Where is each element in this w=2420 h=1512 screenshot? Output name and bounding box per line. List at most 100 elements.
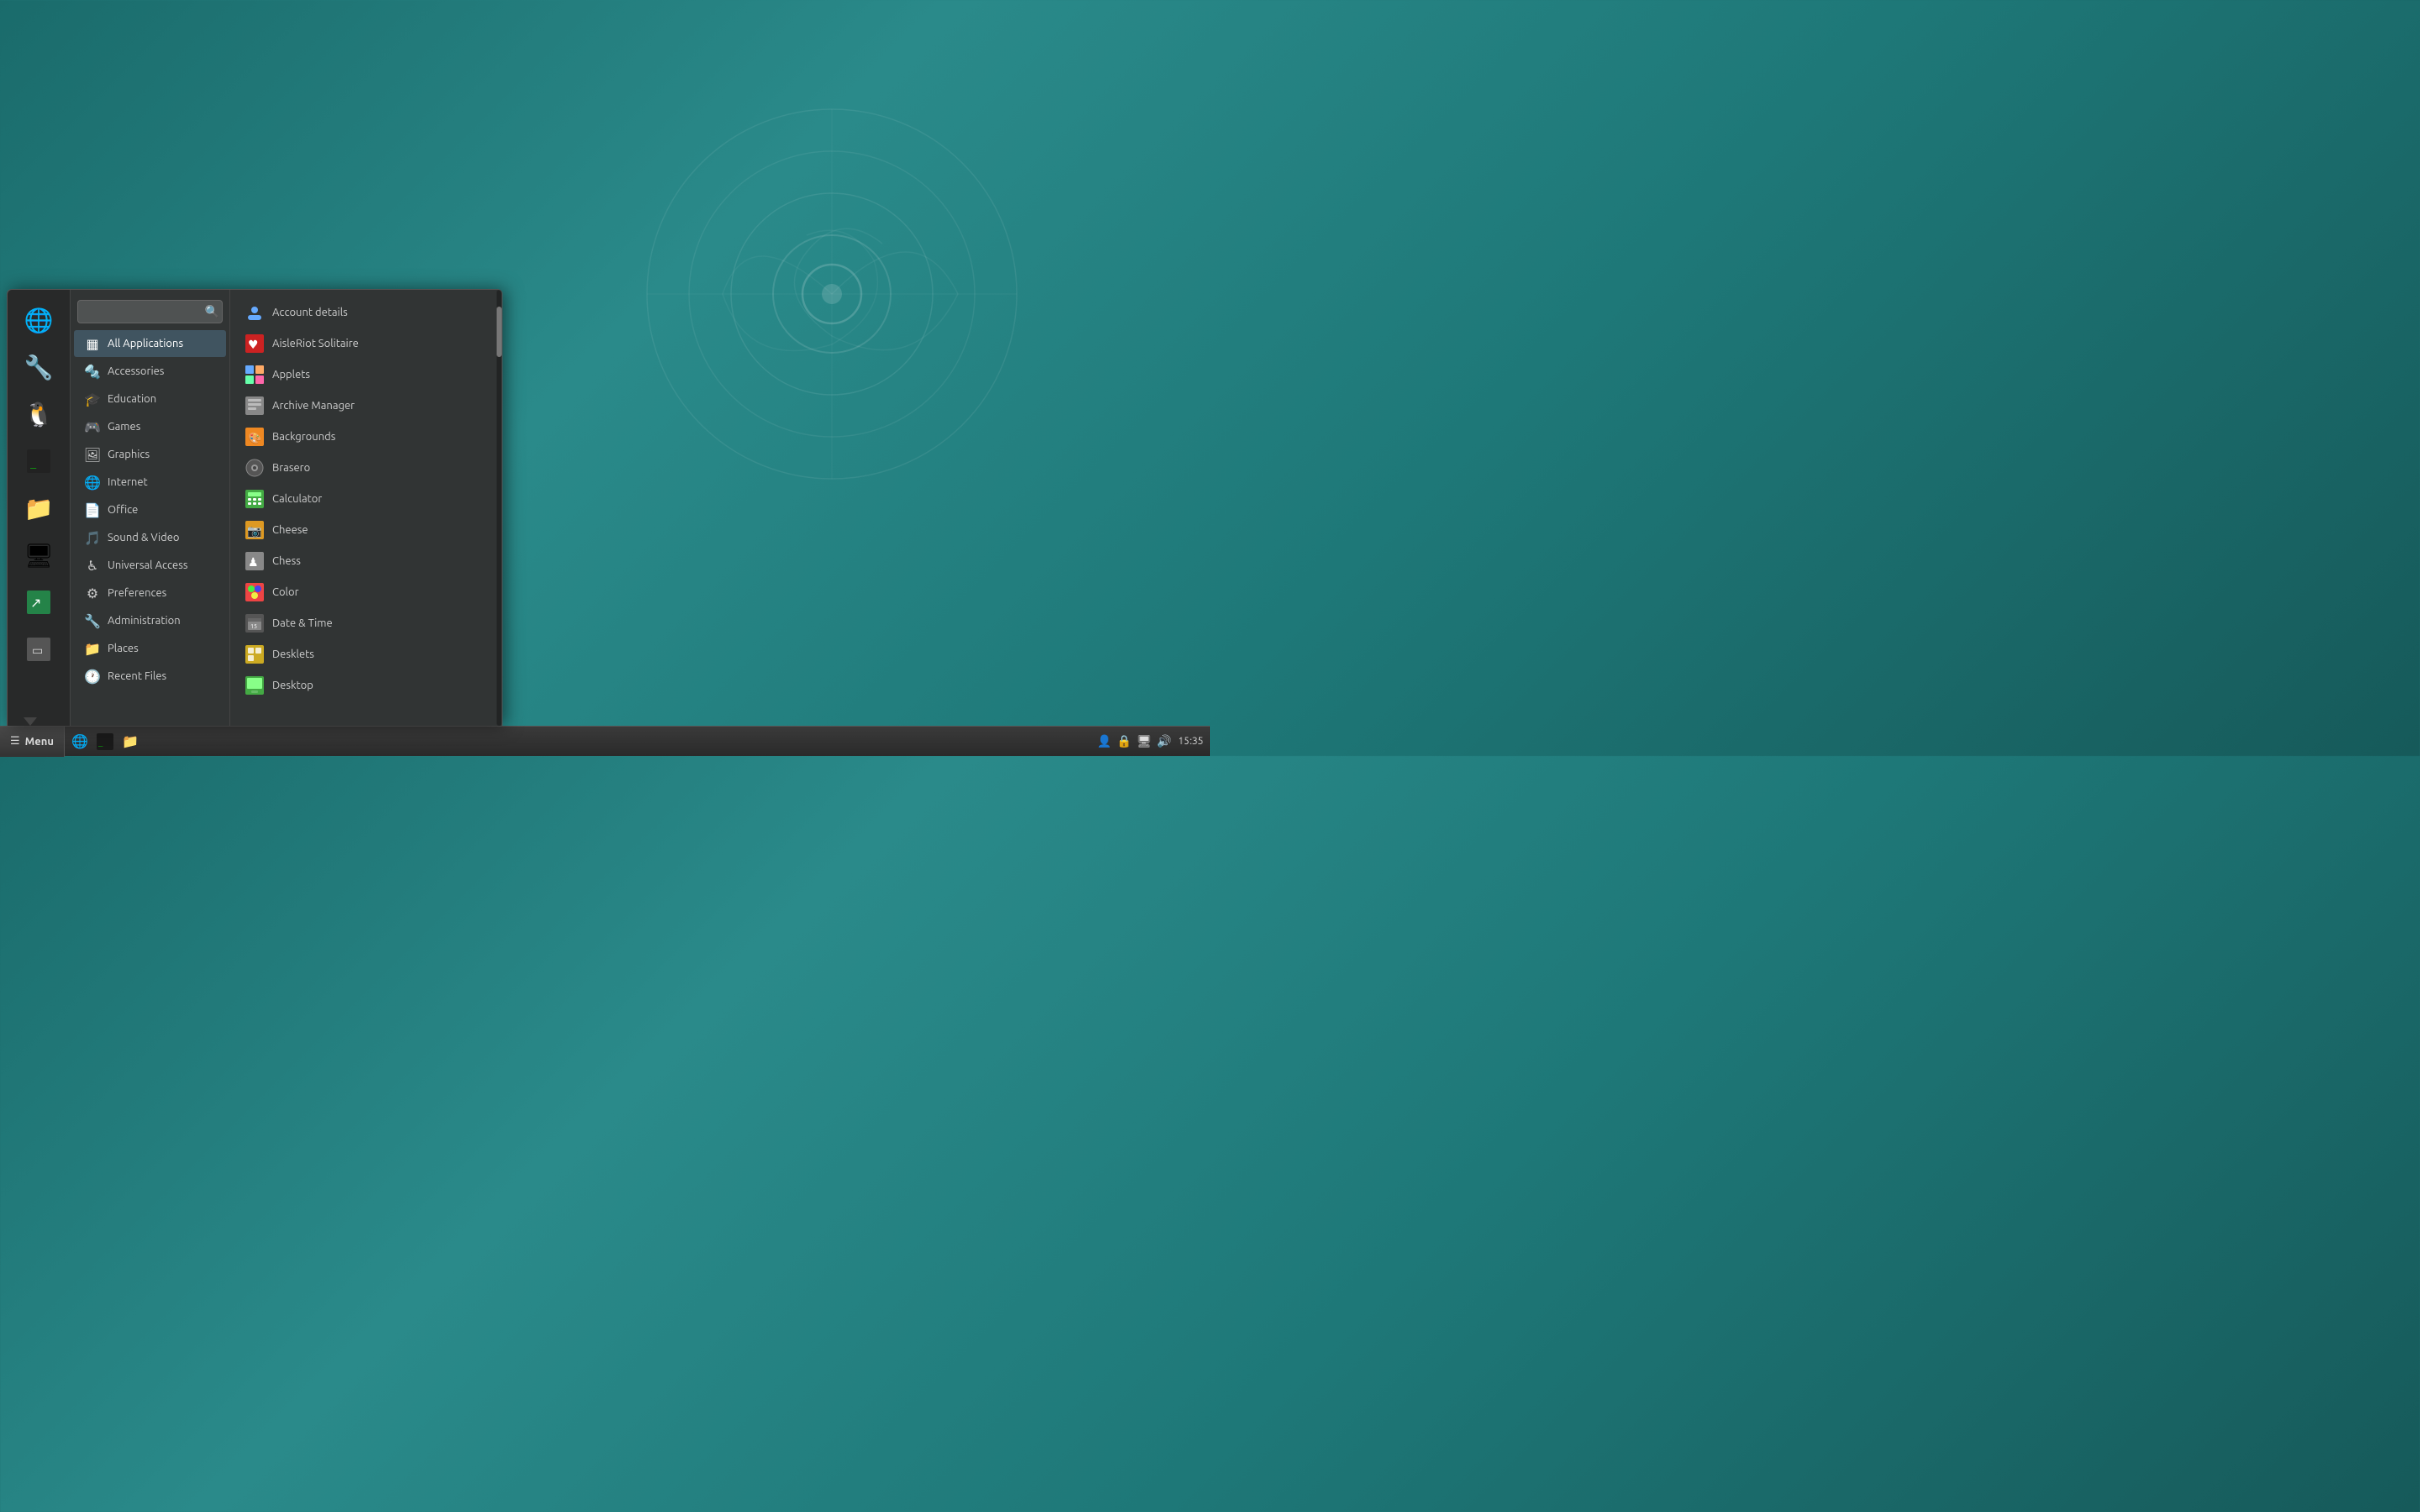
- administration-icon: 🔧: [84, 612, 101, 629]
- category-games-label: Games: [108, 421, 140, 433]
- menu-sidebar: 🌐 🔧 🐧 _ 📁 🖥 ↗ ▭: [8, 290, 71, 726]
- account-details-icon: [245, 303, 264, 322]
- search-bar: 🔍: [77, 300, 223, 323]
- desktop-icon: [245, 676, 264, 695]
- category-preferences[interactable]: ⚙ Preferences: [74, 580, 226, 606]
- apps-scrollbar[interactable]: [497, 290, 502, 726]
- taskbar-terminal-btn[interactable]: _: [93, 730, 117, 753]
- taskbar-volume-icon[interactable]: 🔊: [1157, 734, 1171, 748]
- sidebar-exit-btn[interactable]: ↗: [17, 580, 60, 624]
- app-date-time[interactable]: 15 Date & Time: [235, 608, 492, 638]
- svg-text:↗: ↗: [30, 596, 41, 611]
- menu-arrow: [24, 717, 37, 726]
- svg-text:🎨: 🎨: [248, 431, 261, 444]
- taskbar-time: 15:35: [1178, 736, 1203, 747]
- sidebar-folder-btn[interactable]: 📁: [17, 486, 60, 530]
- chess-icon: ♟: [245, 552, 264, 570]
- app-cheese[interactable]: 📷 Cheese: [235, 515, 492, 545]
- calculator-icon: [245, 490, 264, 508]
- category-graphics[interactable]: 🖼 Graphics: [74, 441, 226, 468]
- color-icon: [245, 583, 264, 601]
- category-all-label: All Applications: [108, 338, 183, 349]
- sidebar-monitor-btn[interactable]: 🖥: [17, 533, 60, 577]
- svg-text:15: 15: [250, 623, 257, 630]
- category-internet[interactable]: 🌐 Internet: [74, 469, 226, 496]
- sidebar-penguin-btn[interactable]: 🐧: [17, 392, 60, 436]
- category-accessories[interactable]: 🔩 Accessories: [74, 358, 226, 385]
- app-desklets-label: Desklets: [272, 648, 314, 660]
- taskbar-user-icon[interactable]: 👤: [1097, 734, 1112, 748]
- app-account-details[interactable]: Account details: [235, 297, 492, 328]
- app-chess[interactable]: ♟ Chess: [235, 546, 492, 576]
- app-account-details-label: Account details: [272, 307, 348, 318]
- category-recent-files-label: Recent Files: [108, 670, 166, 682]
- apps-scrollbar-thumb[interactable]: [497, 307, 502, 357]
- archive-manager-icon: [245, 396, 264, 415]
- app-desklets[interactable]: Desklets: [235, 639, 492, 669]
- search-input[interactable]: [77, 300, 223, 323]
- preferences-icon: ⚙: [84, 585, 101, 601]
- app-date-time-label: Date & Time: [272, 617, 333, 629]
- category-office-label: Office: [108, 504, 138, 516]
- category-games[interactable]: 🎮 Games: [74, 413, 226, 440]
- category-accessories-label: Accessories: [108, 365, 164, 377]
- category-education-label: Education: [108, 393, 156, 405]
- sidebar-globe-btn[interactable]: 🌐: [17, 298, 60, 342]
- category-office[interactable]: 📄 Office: [74, 496, 226, 523]
- category-sound-video-label: Sound & Video: [108, 532, 180, 543]
- app-applets[interactable]: Applets: [235, 360, 492, 390]
- category-administration-label: Administration: [108, 615, 181, 627]
- taskbar-lock-icon[interactable]: 🔒: [1117, 734, 1131, 748]
- category-sound-video[interactable]: 🎵 Sound & Video: [74, 524, 226, 551]
- app-desktop-label: Desktop: [272, 680, 313, 691]
- app-cheese-label: Cheese: [272, 524, 308, 536]
- menu-icon: ☰: [10, 735, 20, 748]
- category-graphics-label: Graphics: [108, 449, 150, 460]
- app-brasero-label: Brasero: [272, 462, 310, 474]
- menu-label: Menu: [25, 736, 54, 748]
- category-places-label: Places: [108, 643, 139, 654]
- app-backgrounds-label: Backgrounds: [272, 431, 335, 443]
- app-desktop[interactable]: Desktop: [235, 670, 492, 701]
- sidebar-phone-btn[interactable]: ▭: [17, 627, 60, 671]
- taskbar-right: 👤 🔒 🖥 🔊 15:35: [1097, 734, 1210, 748]
- sidebar-tools-btn[interactable]: 🔧: [17, 345, 60, 389]
- app-aisleriot[interactable]: ♥ AisleRiot Solitaire: [235, 328, 492, 359]
- app-archive-manager[interactable]: Archive Manager: [235, 391, 492, 421]
- internet-icon: 🌐: [84, 474, 101, 491]
- category-all-applications[interactable]: ▦ All Applications: [74, 330, 226, 357]
- app-color[interactable]: Color: [235, 577, 492, 607]
- brasero-icon: [245, 459, 264, 477]
- category-recent-files[interactable]: 🕐 Recent Files: [74, 663, 226, 690]
- category-internet-label: Internet: [108, 476, 148, 488]
- svg-text:_: _: [30, 457, 37, 469]
- graphics-icon: 🖼: [84, 446, 101, 463]
- app-calculator[interactable]: Calculator: [235, 484, 492, 514]
- sidebar-terminal-btn[interactable]: _: [17, 439, 60, 483]
- education-icon: 🎓: [84, 391, 101, 407]
- app-chess-label: Chess: [272, 555, 301, 567]
- category-administration[interactable]: 🔧 Administration: [74, 607, 226, 634]
- taskbar-folder-btn[interactable]: 📁: [118, 730, 142, 753]
- menu-button[interactable]: ☰ Menu: [0, 727, 65, 757]
- category-places[interactable]: 📁 Places: [74, 635, 226, 662]
- app-applets-label: Applets: [272, 369, 310, 381]
- games-icon: 🎮: [84, 418, 101, 435]
- taskbar-globe-btn[interactable]: 🌐: [68, 730, 92, 753]
- app-backgrounds[interactable]: 🎨 Backgrounds: [235, 422, 492, 452]
- svg-text:_: _: [98, 739, 103, 748]
- application-menu: 🌐 🔧 🐧 _ 📁 🖥 ↗ ▭ 🔍 ▦ All Applications 🔩 A…: [7, 289, 502, 726]
- taskbar-display-icon[interactable]: 🖥: [1137, 734, 1152, 748]
- app-brasero[interactable]: Brasero: [235, 453, 492, 483]
- office-icon: 📄: [84, 501, 101, 518]
- category-education[interactable]: 🎓 Education: [74, 386, 226, 412]
- sound-video-icon: 🎵: [84, 529, 101, 546]
- date-time-icon: 15: [245, 614, 264, 633]
- categories-panel: 🔍 ▦ All Applications 🔩 Accessories 🎓 Edu…: [71, 290, 230, 726]
- category-universal-access[interactable]: ♿ Universal Access: [74, 552, 226, 579]
- desktop-decoration: [622, 84, 1042, 504]
- taskbar: ☰ Menu 🌐 _ 📁 👤 🔒 🖥 🔊 15:35: [0, 726, 1210, 756]
- search-icon[interactable]: 🔍: [205, 305, 219, 319]
- taskbar-right-icons: 👤 🔒 🖥 🔊: [1097, 734, 1171, 748]
- category-preferences-label: Preferences: [108, 587, 166, 599]
